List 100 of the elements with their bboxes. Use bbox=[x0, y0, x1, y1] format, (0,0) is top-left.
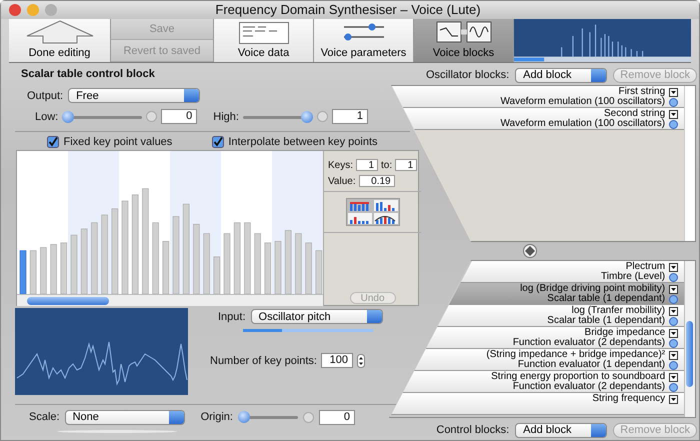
diamond-button[interactable] bbox=[523, 244, 537, 258]
bar[interactable] bbox=[70, 234, 78, 294]
scrollbar[interactable] bbox=[17, 294, 323, 306]
number-field[interactable]: 100 bbox=[321, 353, 353, 368]
bar[interactable] bbox=[182, 204, 190, 294]
slider-thumb[interactable] bbox=[300, 110, 313, 122]
toolbar-tab[interactable]: Voice blocks bbox=[414, 18, 514, 62]
slider-thumb[interactable] bbox=[62, 110, 74, 122]
bar[interactable] bbox=[30, 250, 36, 294]
menu-icon[interactable] bbox=[669, 372, 678, 382]
toolbar-tab[interactable]: Voice data bbox=[214, 18, 314, 62]
menu-icon[interactable] bbox=[669, 88, 678, 96]
menu-icon[interactable] bbox=[669, 110, 678, 118]
close-button[interactable] bbox=[9, 4, 21, 16]
block-name: Bridge impedance bbox=[584, 328, 666, 338]
circle-icon bbox=[669, 272, 678, 282]
number-field[interactable]: 0 bbox=[318, 410, 355, 424]
circle-icon bbox=[669, 382, 678, 392]
bars-icon bbox=[348, 200, 372, 211]
circle-icon bbox=[669, 294, 678, 304]
block-item[interactable]: String frequency bbox=[391, 393, 684, 415]
bar[interactable] bbox=[203, 233, 210, 294]
bar[interactable] bbox=[214, 256, 220, 294]
tool-button[interactable] bbox=[372, 212, 399, 225]
scrollbar[interactable] bbox=[684, 261, 696, 417]
block-item[interactable]: log (Tranfer mobillity) Scalar table (1 dependant) bbox=[437, 305, 684, 327]
menu-icon[interactable] bbox=[669, 262, 678, 272]
block-name: (String impedance + bridge impedance)² bbox=[486, 350, 666, 360]
bar[interactable] bbox=[91, 222, 98, 294]
slider[interactable] bbox=[62, 110, 142, 122]
menu-icon[interactable] bbox=[669, 328, 678, 338]
checkbox[interactable] bbox=[212, 136, 224, 148]
circle-icon bbox=[669, 120, 678, 128]
menu-icon[interactable] bbox=[669, 284, 678, 294]
add-block-popup[interactable]: Add block bbox=[515, 422, 608, 438]
checkbox[interactable] bbox=[47, 136, 60, 148]
menu-icon[interactable] bbox=[669, 394, 678, 404]
block-item[interactable]: String energy proportion to soundboard Function evaluator (2 dependants) bbox=[402, 371, 684, 393]
circle-icon bbox=[669, 98, 678, 106]
add-block-popup[interactable]: Add block bbox=[515, 68, 608, 82]
block-type: Timbre (Level) bbox=[601, 272, 666, 282]
popup-menu[interactable]: Free bbox=[68, 88, 200, 103]
toolbar-tab[interactable]: Done editing bbox=[9, 18, 111, 62]
block-item[interactable]: Second string Waveform emulation (100 oscillators) bbox=[403, 108, 684, 130]
field-label: Control blocks: bbox=[436, 424, 510, 436]
slider[interactable] bbox=[238, 411, 298, 423]
number-field[interactable]: 0.19 bbox=[358, 175, 395, 187]
bar[interactable] bbox=[20, 250, 26, 294]
stepper-icon[interactable] bbox=[357, 354, 365, 368]
field-label: Oscillator blocks: bbox=[426, 69, 510, 81]
field-label: Value: bbox=[328, 176, 356, 186]
block-item[interactable]: First string Waveform emulation (100 oscillators) bbox=[392, 86, 684, 108]
popup-menu[interactable]: None bbox=[64, 410, 185, 424]
bar[interactable] bbox=[244, 222, 251, 294]
bar[interactable] bbox=[224, 233, 230, 294]
number-field[interactable]: 0 bbox=[161, 109, 198, 124]
bar[interactable] bbox=[234, 222, 240, 294]
bar[interactable] bbox=[152, 222, 159, 294]
bar[interactable] bbox=[112, 208, 118, 294]
block-name: String energy proportion to soundboard bbox=[491, 372, 666, 382]
block-name: log (Tranfer mobillity) bbox=[572, 306, 666, 316]
block-type: Waveform emulation (100 oscillators) bbox=[500, 97, 666, 107]
slider-thumb[interactable] bbox=[238, 411, 250, 423]
bar[interactable] bbox=[254, 233, 261, 294]
menu-icon[interactable] bbox=[669, 350, 678, 360]
slider[interactable] bbox=[242, 110, 313, 122]
bar[interactable] bbox=[172, 216, 180, 294]
bar[interactable] bbox=[122, 200, 128, 294]
block-type: Scalar table (1 dependant) bbox=[547, 294, 666, 304]
bar[interactable] bbox=[274, 241, 282, 294]
number-field[interactable]: 1 bbox=[356, 159, 378, 171]
bar[interactable] bbox=[101, 214, 108, 294]
bar[interactable] bbox=[80, 228, 88, 294]
block-item[interactable]: Plectrum Timbre (Level) bbox=[460, 261, 684, 283]
block-item[interactable]: Bridge impedance Function evaluator (2 dependants) bbox=[426, 327, 684, 349]
bar[interactable] bbox=[193, 224, 200, 294]
number-field[interactable]: 1 bbox=[332, 109, 368, 124]
zoom-button[interactable] bbox=[45, 4, 57, 16]
section-title: Scalar table control block bbox=[21, 68, 156, 82]
toolbar-tab[interactable]: Voice parameters bbox=[314, 18, 414, 62]
tick-icon bbox=[302, 412, 314, 422]
block-name: Plectrum bbox=[626, 262, 666, 272]
block-item[interactable]: log (Bridge driving point mobility) Scalar table (1 dependant) bbox=[448, 283, 684, 305]
minimize-button[interactable] bbox=[27, 4, 39, 16]
bar[interactable] bbox=[284, 230, 292, 294]
bar[interactable] bbox=[305, 242, 312, 294]
block-item[interactable]: (String impedance + bridge impedance)² Function evaluator (1 dependant) bbox=[414, 349, 684, 371]
bar[interactable] bbox=[132, 194, 138, 294]
popup-menu[interactable]: Oscillator pitch bbox=[250, 309, 383, 324]
block-name: First string bbox=[618, 87, 666, 97]
bar[interactable] bbox=[295, 233, 302, 294]
bar[interactable] bbox=[50, 244, 57, 294]
bar[interactable] bbox=[142, 188, 149, 294]
menu-icon[interactable] bbox=[669, 306, 678, 316]
circle-icon bbox=[669, 316, 678, 326]
number-field[interactable]: 1 bbox=[395, 159, 418, 171]
bar[interactable] bbox=[40, 247, 47, 294]
bar[interactable] bbox=[316, 250, 322, 294]
block-name: log (Bridge driving point mobility) bbox=[520, 284, 666, 294]
block-type: Function evaluator (2 dependants) bbox=[512, 338, 666, 348]
